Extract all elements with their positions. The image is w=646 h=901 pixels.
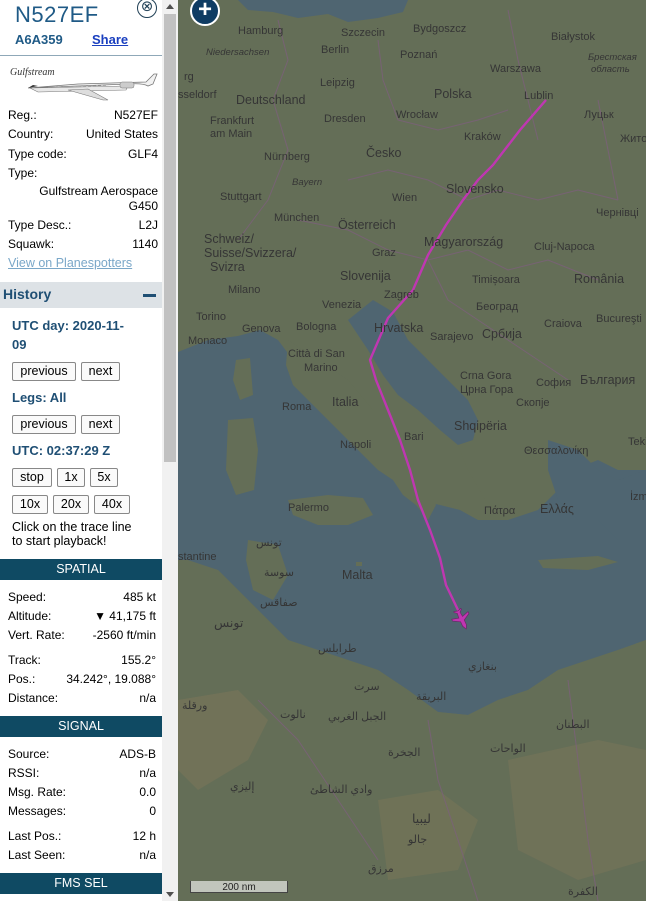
map-canvas: Hamburg Szczecin Bydgoszcz Białystok Nie… [178, 0, 646, 901]
stop-button[interactable]: stop [12, 468, 52, 487]
speed-10x-button[interactable]: 10x [12, 495, 48, 514]
leg-previous-button[interactable]: previous [12, 415, 76, 434]
utc-day-cont: 09 [12, 337, 27, 352]
share-link[interactable]: Share [92, 32, 128, 47]
map-view[interactable]: Hamburg Szczecin Bydgoszcz Białystok Nie… [178, 0, 646, 901]
day-next-button[interactable]: next [81, 362, 120, 381]
scroll-down-icon[interactable] [166, 892, 174, 897]
infoblock-panel: N527EF ⊗ A6A359 Share Gulfstream Reg.: N5… [0, 0, 162, 901]
legs-label: Legs: All [12, 390, 67, 405]
utc-day-label: UTC day: 2020-11- [12, 318, 124, 333]
playback-hint-line1: Click on the trace line [12, 520, 132, 534]
aircraft-photo[interactable]: Gulfstream [8, 62, 158, 104]
fms-section-header[interactable]: FMS SEL [0, 873, 162, 894]
speed-40x-button[interactable]: 40x [94, 495, 130, 514]
callsign-title: N527EF [15, 2, 99, 27]
photo-brand-text: Gulfstream [10, 67, 55, 78]
day-previous-button[interactable]: previous [12, 362, 76, 381]
speed-20x-button[interactable]: 20x [53, 495, 89, 514]
playback-hint-line2: to start playback! [12, 534, 107, 548]
speed-1x-button[interactable]: 1x [57, 468, 85, 487]
utc-time-label: UTC: 02:37:29 Z [12, 443, 111, 458]
planespotters-link[interactable]: View on Planespotters [8, 256, 132, 270]
scale-label: 200 nm [222, 882, 256, 893]
history-section-header[interactable]: History [0, 282, 162, 308]
spatial-section-header[interactable]: SPATIAL [0, 559, 162, 580]
close-icon[interactable]: ⊗ [137, 0, 157, 18]
playback-hint: Click on the trace line to start playbac… [12, 520, 162, 548]
scroll-up-icon[interactable] [166, 4, 174, 9]
speed-5x-button[interactable]: 5x [90, 468, 118, 487]
icao-hex: A6A359 [15, 32, 63, 47]
signal-section-header[interactable]: SIGNAL [0, 716, 162, 737]
history-title: History [3, 286, 52, 302]
aircraft-header: N527EF ⊗ A6A359 Share [0, 0, 162, 56]
scroll-thumb[interactable] [164, 14, 176, 462]
leg-next-button[interactable]: next [81, 415, 120, 434]
map-dim-overlay [178, 0, 646, 901]
sidebar-scrollbar[interactable] [162, 0, 178, 901]
collapse-icon[interactable] [143, 294, 156, 297]
map-scale-bar: 200 nm [190, 881, 290, 895]
